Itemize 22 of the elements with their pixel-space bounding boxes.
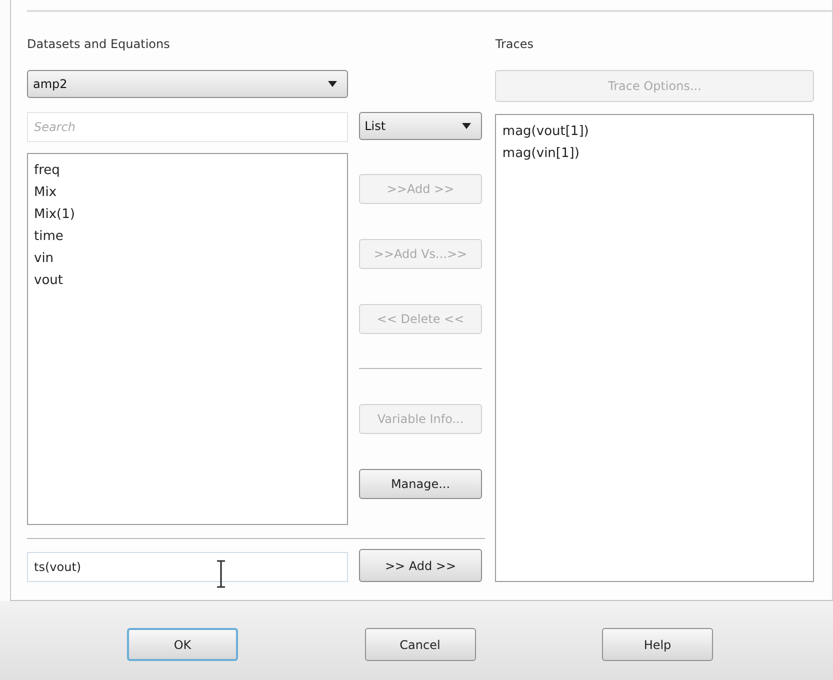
dialog-button[interactable]: Cancel — [364, 628, 476, 661]
variable-item[interactable]: vin — [34, 248, 341, 270]
section-label: Traces — [495, 36, 535, 53]
view-dropdown[interactable]: List — [358, 112, 482, 140]
text-cursor-icon — [215, 560, 227, 588]
trace-item[interactable]: mag(vin[1]) — [502, 143, 807, 165]
add-button[interactable]: >> Add >> — [358, 549, 482, 582]
dialog-button[interactable]: OK — [127, 628, 238, 661]
caret-icon — [462, 123, 472, 129]
dataset-dropdown[interactable]: amp2 — [27, 70, 348, 98]
expression-field[interactable]: ts(vout) — [27, 552, 348, 582]
dialog-button[interactable]: Help — [602, 628, 713, 661]
variable-item[interactable]: vout — [34, 270, 341, 292]
action-button[interactable]: Manage... — [358, 469, 482, 499]
search-field[interactable]: Search — [27, 112, 348, 142]
variable-item[interactable]: freq — [34, 160, 341, 182]
trace-item[interactable]: mag(vout[1]) — [502, 121, 807, 143]
variable-item[interactable]: Mix — [34, 182, 341, 204]
section-label: Datasets and Equations — [27, 36, 171, 53]
variable-item[interactable]: time — [34, 226, 341, 248]
variable-item[interactable]: Mix(1) — [34, 204, 341, 226]
caret-icon — [328, 81, 337, 87]
